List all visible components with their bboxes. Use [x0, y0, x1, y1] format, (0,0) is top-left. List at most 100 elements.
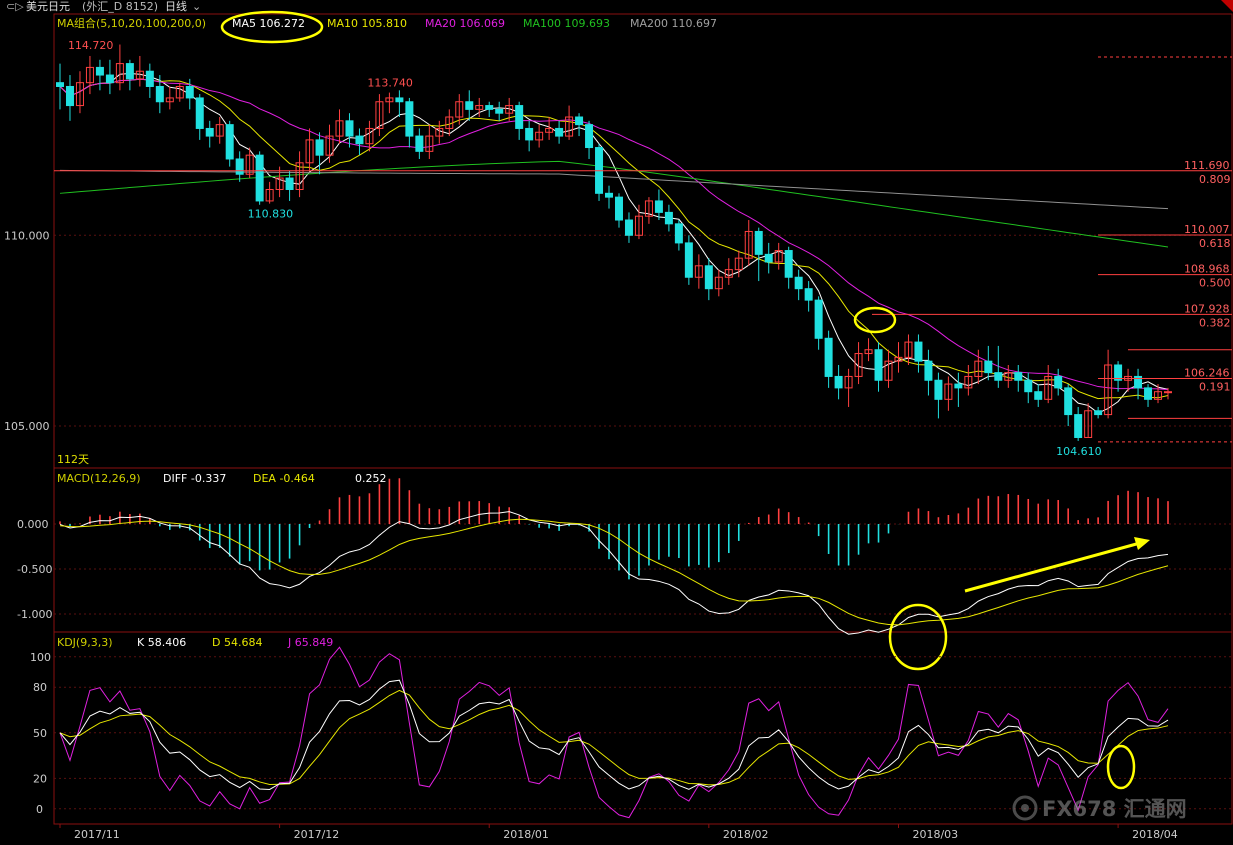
kdj-j-value: J 65.849 — [287, 636, 333, 649]
candle-down — [525, 127, 534, 141]
candle-down — [664, 211, 673, 225]
trend-arrow — [964, 537, 1150, 593]
candle-down — [1014, 372, 1023, 381]
kdj-tick-label: 20 — [33, 772, 47, 785]
candle-down — [1024, 379, 1033, 393]
kdj-k-value: K 58.406 — [137, 636, 186, 649]
ma100-legend: MA100 109.693 — [523, 17, 610, 30]
candle-down — [814, 299, 823, 339]
price-highlight-ellipse — [853, 306, 897, 334]
price-tick-label: 110.000 — [4, 229, 50, 242]
candle-down — [824, 337, 833, 377]
candle-down — [56, 82, 64, 87]
candle-down — [495, 108, 504, 114]
candle-down — [345, 120, 354, 137]
x-tick-label: 2017/12 — [294, 828, 340, 841]
kdj-tick-label: 100 — [30, 651, 51, 664]
candle-down — [155, 85, 164, 103]
candle-down — [924, 360, 933, 381]
candle-down — [654, 200, 663, 213]
macd-chart: 0.000 -0.500 -1.000 — [17, 478, 1232, 635]
macd-dea-line — [59, 518, 1169, 626]
candle-down — [1114, 364, 1123, 381]
fib-price-label: 110.007 — [1184, 223, 1230, 236]
fib-ratio-label: 0.382 — [1199, 316, 1231, 329]
macd-dea-value: DEA -0.464 — [253, 472, 315, 485]
candle-down — [195, 97, 204, 129]
fib-ratio-label: 0.191 — [1199, 380, 1231, 393]
price-extreme-label: 113.740 — [367, 77, 413, 90]
macd-diff-line — [59, 511, 1169, 635]
price-tick-label: 105.000 — [4, 420, 50, 433]
candle-down — [684, 242, 693, 278]
macd-tick-label: 0.000 — [17, 518, 49, 531]
ma200-line — [59, 169, 1169, 210]
candle-down — [255, 154, 264, 202]
candle-down — [794, 276, 803, 290]
candle-down — [125, 63, 134, 80]
macd-legend: MACD(12,26,9) DIFF -0.337 DEA -0.464 0.2… — [57, 472, 387, 485]
x-tick-label: 2018/01 — [503, 828, 549, 841]
fib-price-label: 108.968 — [1184, 263, 1230, 276]
price-legend: MA组合(5,10,20,100,200,0) MA5 106.272 MA10… — [57, 10, 717, 44]
candle-down — [914, 341, 923, 362]
kdj-chart: 100 80 50 20 0 — [30, 646, 1232, 819]
kdj-tick-label: 80 — [33, 681, 47, 694]
ma20-legend: MA20 106.069 — [425, 17, 505, 30]
fib-ratio-label: 0.500 — [1199, 277, 1231, 290]
ma10-legend: MA10 105.810 — [327, 17, 407, 30]
candle-down — [605, 192, 614, 198]
candle-down — [555, 127, 564, 137]
x-axis: 2017/11 2017/12 2018/01 2018/02 2018/03 2018/… — [59, 824, 1178, 841]
candle-down — [874, 349, 883, 381]
candle-down — [1144, 387, 1153, 400]
candle-down — [754, 230, 763, 255]
candle-down — [804, 288, 813, 301]
fib-price-label: 111.690 — [1184, 159, 1230, 172]
ma-legend-label: MA组合(5,10,20,100,200,0) — [57, 16, 206, 30]
candle-down — [405, 101, 414, 137]
chart-canvas: MA组合(5,10,20,100,200,0) MA5 106.272 MA10… — [4, 10, 1233, 841]
candle-down — [355, 135, 364, 145]
candle-down — [934, 379, 943, 400]
macd-tick-label: -1.000 — [17, 608, 52, 621]
candle-down — [585, 124, 594, 149]
macd-hist-value: 0.252 — [355, 472, 387, 485]
candle-down — [95, 66, 104, 76]
price-extreme-label: 104.610 — [1056, 445, 1102, 458]
candle-up — [1164, 391, 1172, 394]
candle-down — [994, 372, 1003, 381]
days-count-label: 112天 — [57, 453, 89, 466]
candle-down — [1094, 410, 1103, 416]
ma200-legend: MA200 110.697 — [630, 17, 717, 30]
kdj-d-value: D 54.684 — [212, 636, 262, 649]
candle-down — [704, 265, 713, 290]
x-tick-label: 2018/04 — [1132, 828, 1178, 841]
candle-down — [984, 360, 993, 374]
ma100-line — [59, 160, 1169, 248]
candle-down — [315, 139, 324, 156]
candle-down — [485, 105, 494, 110]
macd-tick-label: -0.500 — [17, 563, 52, 576]
fib-price-label: 107.928 — [1184, 302, 1230, 315]
kdj-d-line — [59, 689, 1169, 786]
fib-ratio-label: 0.809 — [1199, 173, 1231, 186]
candle-down — [674, 223, 683, 244]
candle-down — [1054, 375, 1063, 389]
kdj-title: KDJ(9,3,3) — [57, 636, 113, 649]
kdj-highlight-ellipse — [1106, 744, 1136, 790]
price-extreme-label: 110.830 — [248, 208, 294, 221]
candle-down — [575, 116, 584, 126]
ma5-legend: MA5 106.272 — [232, 17, 305, 30]
candle-down — [65, 85, 74, 107]
kdj-tick-label: 0 — [36, 803, 43, 816]
candle-down — [105, 74, 114, 84]
x-tick-label: 2018/03 — [912, 828, 958, 841]
price-annotations: 114.720 110.830 113.740 104.610 — [68, 39, 1102, 458]
price-extreme-label: 114.720 — [68, 39, 114, 52]
candle-down — [614, 196, 623, 221]
candle-down — [415, 135, 424, 152]
candle-down — [235, 158, 244, 175]
candle-down — [954, 383, 963, 389]
kdj-tick-label: 50 — [33, 727, 47, 740]
